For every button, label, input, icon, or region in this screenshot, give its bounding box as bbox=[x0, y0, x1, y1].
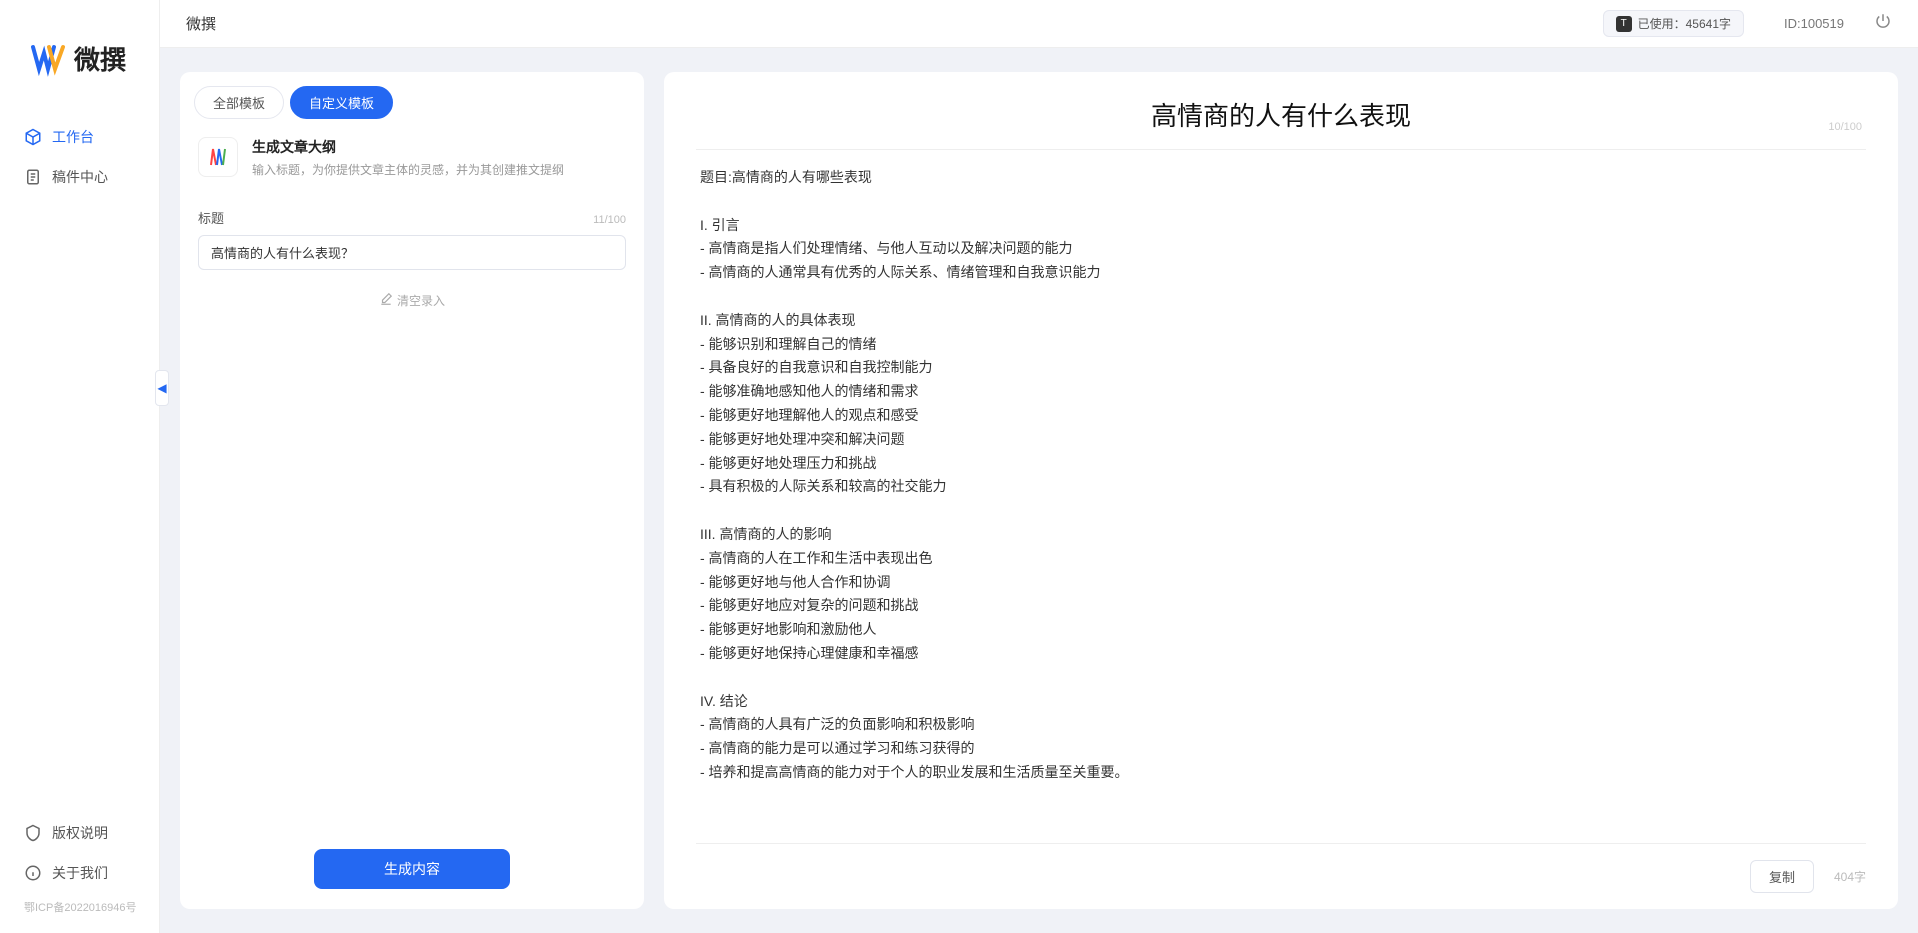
template-info: 生成文章大纲 输入标题，为你提供文章主体的灵感，并为其创建推文提纲 bbox=[252, 137, 564, 178]
power-icon[interactable] bbox=[1874, 12, 1892, 35]
topbar: 微撰 T 已使用：45641字 ID:100519 bbox=[160, 0, 1918, 48]
sidebar-collapse-toggle[interactable]: ◀ bbox=[155, 370, 169, 406]
form-area: 标题 11/100 bbox=[180, 194, 644, 274]
nav-item-drafts[interactable]: 稿件中心 bbox=[0, 157, 159, 197]
doc-icon bbox=[24, 168, 42, 186]
nav-item-label: 工作台 bbox=[52, 127, 94, 147]
title-char-count: 11/100 bbox=[593, 214, 626, 226]
usage-badge-icon: T bbox=[1616, 16, 1632, 32]
clear-input-button[interactable]: 清空录入 bbox=[180, 274, 644, 327]
workspace: 全部模板 自定义模板 生成文章大纲 输入标题，为你提供文章主体的灵感，并为其创建… bbox=[160, 48, 1918, 933]
cube-icon bbox=[24, 128, 42, 146]
template-tabs: 全部模板 自定义模板 bbox=[180, 72, 644, 119]
result-panel: 高情商的人有什么表现 10/100 题目:高情商的人有哪些表现 I. 引言 - … bbox=[664, 72, 1898, 909]
title-input[interactable] bbox=[198, 235, 626, 270]
usage-label: 已使用：45641字 bbox=[1638, 15, 1731, 32]
info-icon bbox=[24, 864, 42, 882]
sidebar: 微撰 工作台 稿件中心 bbox=[0, 0, 160, 933]
user-id: ID:100519 bbox=[1784, 16, 1844, 31]
footer-copyright[interactable]: 版权说明 bbox=[0, 813, 159, 853]
chevron-left-icon: ◀ bbox=[157, 381, 166, 395]
template-icon bbox=[198, 137, 238, 177]
input-panel: 全部模板 自定义模板 生成文章大纲 输入标题，为你提供文章主体的灵感，并为其创建… bbox=[180, 72, 644, 909]
usage-indicator[interactable]: T 已使用：45641字 bbox=[1603, 10, 1744, 37]
generate-button[interactable]: 生成内容 bbox=[314, 849, 510, 889]
result-word-count: 404字 bbox=[1834, 868, 1866, 885]
tab-custom-templates[interactable]: 自定义模板 bbox=[290, 86, 393, 119]
nav-item-label: 稿件中心 bbox=[52, 167, 108, 187]
result-title-count: 10/100 bbox=[1828, 121, 1862, 133]
shield-icon bbox=[24, 824, 42, 842]
result-content[interactable]: 题目:高情商的人有哪些表现 I. 引言 - 高情商是指人们处理情绪、与他人互动以… bbox=[664, 150, 1898, 843]
nav-items: 工作台 稿件中心 bbox=[0, 107, 159, 813]
title-label: 标题 bbox=[198, 208, 224, 227]
tab-all-templates[interactable]: 全部模板 bbox=[194, 86, 284, 119]
brand-name: 微撰 bbox=[74, 40, 126, 77]
template-desc: 输入标题，为你提供文章主体的灵感，并为其创建推文提纲 bbox=[252, 161, 564, 178]
brand-logo-icon bbox=[30, 41, 66, 77]
page-title: 微撰 bbox=[186, 13, 216, 34]
icp-text: 鄂ICP备2022016946号 bbox=[0, 893, 159, 923]
result-title: 高情商的人有什么表现 bbox=[700, 96, 1862, 133]
template-card: 生成文章大纲 输入标题，为你提供文章主体的灵感，并为其创建推文提纲 bbox=[180, 119, 644, 194]
template-title: 生成文章大纲 bbox=[252, 137, 564, 157]
copy-button[interactable]: 复制 bbox=[1750, 860, 1814, 893]
nav-item-workbench[interactable]: 工作台 bbox=[0, 117, 159, 157]
brand-area: 微撰 bbox=[0, 0, 159, 107]
footer-about[interactable]: 关于我们 bbox=[0, 853, 159, 893]
eraser-icon bbox=[379, 292, 393, 309]
sidebar-footer: 版权说明 关于我们 鄂ICP备2022016946号 bbox=[0, 813, 159, 933]
clear-label: 清空录入 bbox=[397, 292, 445, 309]
main-area: 微撰 T 已使用：45641字 ID:100519 全部模板 自定义模板 bbox=[160, 0, 1918, 933]
result-footer: 复制 404字 bbox=[696, 843, 1866, 909]
footer-label: 关于我们 bbox=[52, 863, 108, 883]
result-header: 高情商的人有什么表现 10/100 bbox=[664, 72, 1898, 143]
footer-label: 版权说明 bbox=[52, 823, 108, 843]
